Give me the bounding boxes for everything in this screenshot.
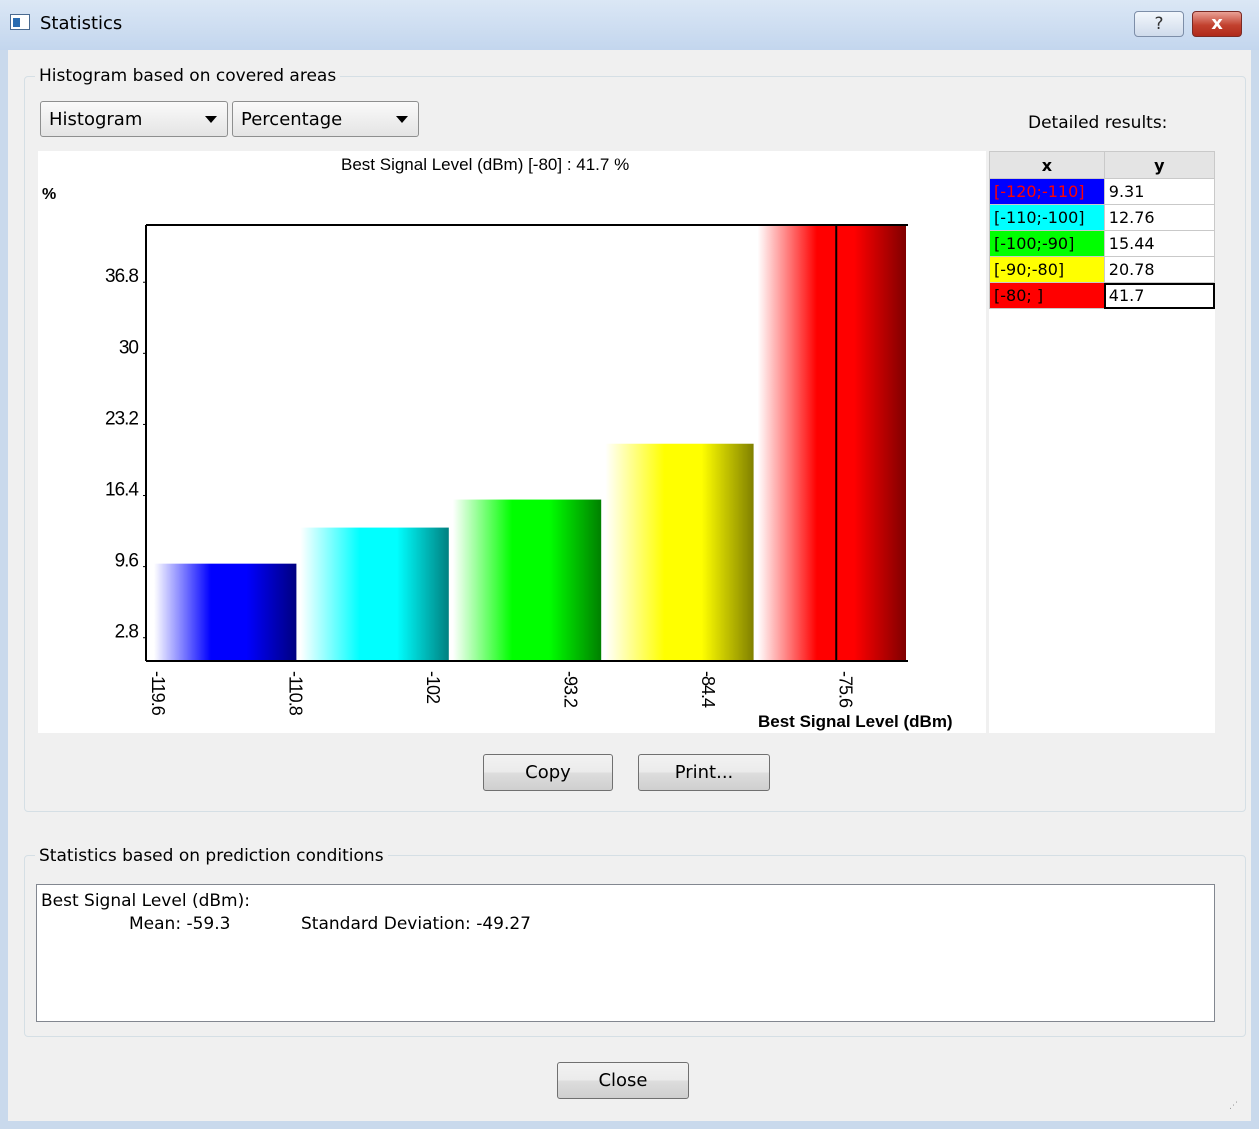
resize-grip-icon[interactable]: ⋰ <box>1229 1101 1239 1111</box>
table-row[interactable]: [-90;-80] 20.78 <box>989 256 1216 283</box>
stats-std-dev: Standard Deviation: -49.27 <box>301 914 531 934</box>
dialog-client: Histogram based on covered areas Histogr… <box>8 50 1251 1121</box>
window-title: Statistics <box>40 13 123 34</box>
title-bar: Statistics ? x <box>0 0 1259 50</box>
cell-y[interactable]: 9.31 <box>1103 178 1216 205</box>
table-row[interactable]: [-80; ] 41.7 <box>989 282 1216 309</box>
x-tick-label: -119.6 <box>148 671 168 716</box>
y-tick-label: 9.6 <box>115 551 139 572</box>
chart-type-combo[interactable]: Histogram <box>40 101 228 137</box>
x-tick-label: -110.8 <box>286 671 306 716</box>
histogram-svg: 36.8 30 23.2 16.4 9.6 2.8 -119.6 -110.8 -102 -93… <box>42 155 953 731</box>
close-button[interactable]: Close <box>557 1062 689 1099</box>
detailed-results-panel: x y [-120;-110] 9.31 [-110;-100] 12.76 [-100… <box>989 151 1216 733</box>
print-button[interactable]: Print... <box>638 754 770 791</box>
table-row[interactable]: [-120;-110] 9.31 <box>989 178 1216 205</box>
x-tick-label: -93.2 <box>561 671 581 708</box>
chart-type-value: Histogram <box>49 109 143 130</box>
statistics-group-label: Statistics based on prediction condition… <box>35 846 388 866</box>
histogram-bar[interactable] <box>605 443 754 661</box>
cell-x[interactable]: [-90;-80] <box>989 256 1105 283</box>
histogram-bar[interactable] <box>452 499 602 661</box>
y-axis-label: % <box>42 186 56 203</box>
x-tick-label: -84.4 <box>698 671 718 708</box>
statistics-text-area[interactable]: Best Signal Level (dBm): Mean: -59.3 Sta… <box>36 884 1215 1022</box>
histogram-bar[interactable] <box>757 225 906 661</box>
y-tick-label: 23.2 <box>105 408 138 429</box>
cell-x[interactable]: [-100;-90] <box>989 230 1105 257</box>
histogram-bar[interactable] <box>300 527 449 661</box>
cell-y[interactable]: 12.76 <box>1103 204 1216 231</box>
window-close-button[interactable]: x <box>1192 11 1242 37</box>
y-tick-label: 36.8 <box>105 266 138 287</box>
detailed-results-label: Detailed results: <box>1028 113 1168 133</box>
x-axis-label: Best Signal Level (dBm) <box>758 712 953 731</box>
column-header-x: x <box>989 151 1105 179</box>
x-tick-label: -75.6 <box>836 671 856 708</box>
results-table: x y [-120;-110] 9.31 [-110;-100] 12.76 [-100… <box>989 151 1216 309</box>
x-tick-label: -102 <box>423 671 443 704</box>
histogram-bar[interactable] <box>154 563 297 661</box>
chevron-down-icon <box>396 116 408 123</box>
chart-title: Best Signal Level (dBm) [-80] : 41.7 % <box>341 155 629 174</box>
y-tick-label: 2.8 <box>115 622 139 643</box>
unit-value: Percentage <box>241 109 343 130</box>
app-icon <box>10 14 30 30</box>
table-row[interactable]: [-110;-100] 12.76 <box>989 204 1216 231</box>
copy-button[interactable]: Copy <box>483 754 613 791</box>
cell-y[interactable]: 15.44 <box>1103 230 1216 257</box>
chevron-down-icon <box>205 116 217 123</box>
unit-combo[interactable]: Percentage <box>232 101 419 137</box>
stats-line-title: Best Signal Level (dBm): <box>41 891 250 911</box>
histogram-chart[interactable]: 36.8 30 23.2 16.4 9.6 2.8 -119.6 -110.8 -102 -93… <box>38 151 986 733</box>
cell-x[interactable]: [-110;-100] <box>989 204 1105 231</box>
cell-y[interactable]: 20.78 <box>1103 256 1216 283</box>
histogram-group-label: Histogram based on covered areas <box>35 66 341 86</box>
table-row[interactable]: [-100;-90] 15.44 <box>989 230 1216 257</box>
column-header-y: y <box>1103 151 1216 179</box>
stats-mean: Mean: -59.3 <box>129 914 231 934</box>
cell-x[interactable]: [-80; ] <box>989 282 1105 309</box>
cell-y[interactable]: 41.7 <box>1103 282 1216 309</box>
y-tick-label: 30 <box>119 337 139 358</box>
cell-x[interactable]: [-120;-110] <box>989 178 1105 205</box>
help-button[interactable]: ? <box>1134 11 1184 37</box>
y-tick-label: 16.4 <box>105 480 139 501</box>
